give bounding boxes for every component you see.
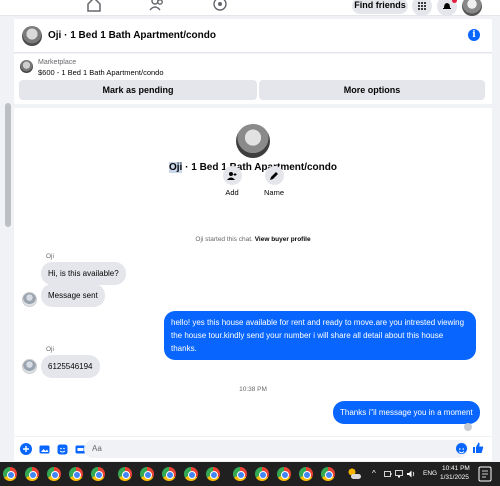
- view-buyer-profile-link[interactable]: View buyer profile: [255, 236, 311, 243]
- profile-actions: Add Name: [14, 166, 492, 197]
- chrome-taskbar-icon[interactable]: [118, 467, 132, 481]
- chrome-taskbar-icon[interactable]: [299, 467, 313, 481]
- chrome-taskbar-icon[interactable]: [140, 467, 154, 481]
- chrome-taskbar-icon[interactable]: [321, 467, 335, 481]
- more-options-button[interactable]: More options: [259, 80, 485, 100]
- incoming-message[interactable]: Message sent: [41, 284, 105, 307]
- home-icon[interactable]: [86, 0, 102, 12]
- chrome-taskbar-icon[interactable]: [69, 467, 83, 481]
- grid-menu-icon[interactable]: [412, 0, 432, 16]
- chrome-taskbar-icon[interactable]: [162, 467, 176, 481]
- weather-icon[interactable]: [347, 467, 361, 481]
- chrome-taskbar-icon[interactable]: [233, 467, 247, 481]
- chat-started-notice: Oji started this chat. View buyer profil…: [14, 236, 492, 243]
- thumbs-up-icon[interactable]: [472, 442, 484, 454]
- sender-name: Oji: [46, 346, 54, 353]
- chrome-taskbar-icon[interactable]: [25, 467, 39, 481]
- sender-name: Oji: [46, 253, 54, 260]
- marketplace-banner: Marketplace $600 - 1 Bed 1 Bath Apartmen…: [14, 54, 492, 104]
- plus-icon[interactable]: [20, 443, 32, 455]
- show-hidden-icons-chevron[interactable]: ^: [372, 469, 376, 478]
- marketplace-thumbnail: [20, 60, 33, 73]
- chat-title[interactable]: Oji · 1 Bed 1 Bath Apartment/condo: [48, 30, 216, 41]
- chrome-taskbar-icon[interactable]: [255, 467, 269, 481]
- volume-icon[interactable]: [407, 470, 416, 478]
- bell-icon[interactable]: [437, 0, 457, 16]
- chrome-taskbar-icon[interactable]: [91, 467, 105, 481]
- clock-date[interactable]: 1/31/2025: [440, 474, 469, 481]
- pencil-icon[interactable]: [264, 166, 284, 185]
- incoming-message[interactable]: 6125546194: [41, 355, 100, 378]
- profile-picture[interactable]: [236, 124, 270, 158]
- name-label: Name: [263, 188, 284, 197]
- photo-icon[interactable]: [38, 443, 50, 455]
- sender-avatar[interactable]: [22, 292, 37, 307]
- top-navigation-bar: Find friends: [0, 0, 500, 16]
- add-person-icon[interactable]: [222, 166, 242, 185]
- message-input[interactable]: Aa: [84, 440, 468, 458]
- name-action[interactable]: Name: [261, 166, 287, 197]
- conversation-pane: Oji · 1 Bed 1 Bath Apartment/condo Add N…: [14, 108, 492, 436]
- add-label: Add: [225, 188, 239, 197]
- incoming-message[interactable]: Hi, is this available?: [41, 262, 126, 285]
- message-timestamp: 10:38 PM: [239, 386, 267, 393]
- chrome-taskbar-icon[interactable]: [47, 467, 61, 481]
- language-indicator[interactable]: ENG: [423, 470, 437, 477]
- sticker-icon[interactable]: [56, 443, 68, 455]
- chat-started-text: Oji started this chat.: [195, 236, 253, 243]
- notifications-icon[interactable]: [478, 466, 492, 482]
- outgoing-message[interactable]: Thanks i"il message you in a moment: [333, 401, 480, 424]
- chrome-taskbar-icon[interactable]: [3, 467, 17, 481]
- notification-dot: [452, 0, 457, 3]
- windows-taskbar: ^ ENG 10:41 PM 1/31/2025: [0, 462, 500, 486]
- battery-icon[interactable]: [384, 470, 392, 478]
- emoji-icon[interactable]: [456, 443, 467, 454]
- people-icon[interactable]: [149, 0, 165, 12]
- outgoing-message[interactable]: hello! yes this house available for rent…: [164, 311, 476, 360]
- add-action[interactable]: Add: [219, 166, 245, 197]
- marketplace-label: Marketplace: [38, 59, 77, 66]
- chrome-taskbar-icon[interactable]: [277, 467, 291, 481]
- account-avatar[interactable]: [462, 0, 482, 16]
- chrome-taskbar-icon[interactable]: [184, 467, 198, 481]
- sender-avatar[interactable]: [22, 359, 37, 374]
- seen-indicator: [464, 423, 472, 431]
- mark-as-pending-button[interactable]: Mark as pending: [19, 80, 257, 100]
- info-icon[interactable]: i: [468, 29, 480, 41]
- listing-thumbnail[interactable]: [22, 25, 42, 46]
- listing-price[interactable]: $600 - 1 Bed 1 Bath Apartment/condo: [38, 68, 164, 77]
- message-composer: Aa: [14, 437, 492, 461]
- network-icon[interactable]: [395, 470, 403, 478]
- chat-header: Oji · 1 Bed 1 Bath Apartment/condo i: [14, 19, 492, 53]
- gaming-icon[interactable]: [212, 0, 228, 12]
- find-friends-button[interactable]: Find friends: [352, 0, 408, 14]
- scrollbar[interactable]: [5, 103, 11, 227]
- clock-time[interactable]: 10:41 PM: [442, 465, 470, 472]
- chrome-taskbar-icon[interactable]: [206, 467, 220, 481]
